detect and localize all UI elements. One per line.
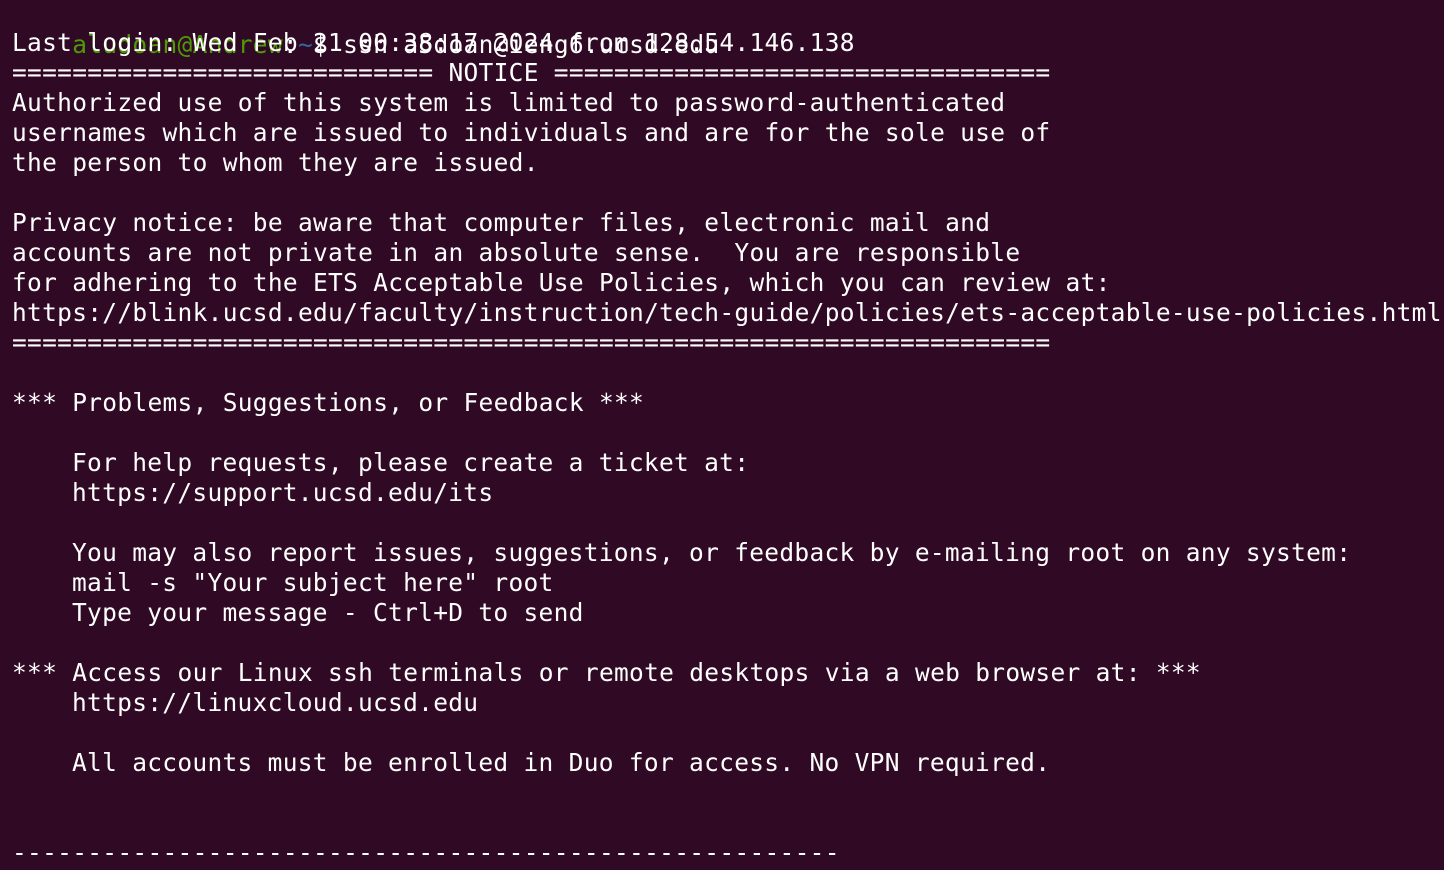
- feedback-heading: *** Problems, Suggestions, or Feedback *…: [12, 388, 645, 417]
- linuxcloud-url-line: https://linuxcloud.ucsd.edu: [72, 688, 479, 717]
- privacy-notice-line: accounts are not private in an absolute …: [12, 238, 1021, 267]
- duo-notice-line: All accounts must be enrolled in Duo for…: [72, 748, 1051, 777]
- terminal-window[interactable]: aludoan@Andrew:~$ ssh a5doan@ieng6.ucsd.…: [0, 0, 1444, 870]
- help-request-line: For help requests, please create a ticke…: [72, 448, 750, 477]
- notice-text-line: Authorized use of this system is limited…: [12, 88, 1006, 117]
- report-issues-line: You may also report issues, suggestions,…: [72, 538, 1352, 567]
- notice-header-divider: ============================ NOTICE ====…: [12, 58, 1051, 87]
- bottom-divider: ----------------------------------------…: [12, 838, 840, 867]
- mail-instruction-line: Type your message - Ctrl+D to send: [72, 598, 584, 627]
- policy-url-line: https://blink.ucsd.edu/faculty/instructi…: [12, 298, 1442, 327]
- privacy-notice-line: Privacy notice: be aware that computer f…: [12, 208, 991, 237]
- command-prompt-line: aludoan@Andrew:~$ ssh a5doan@ieng6.ucsd.…: [12, 0, 719, 59]
- mail-command-line: mail -s "Your subject here" root: [72, 568, 554, 597]
- last-login-line: Last login: Wed Feb 21 00:38:17 2024 fro…: [12, 28, 855, 57]
- notice-text-line: the person to whom they are issued.: [12, 148, 539, 177]
- notice-footer-divider: ========================================…: [12, 328, 1051, 357]
- linuxcloud-heading: *** Access our Linux ssh terminals or re…: [12, 658, 1201, 687]
- notice-text-line: usernames which are issued to individual…: [12, 118, 1051, 147]
- support-url-line: https://support.ucsd.edu/its: [72, 478, 494, 507]
- privacy-notice-line: for adhering to the ETS Acceptable Use P…: [12, 268, 1111, 297]
